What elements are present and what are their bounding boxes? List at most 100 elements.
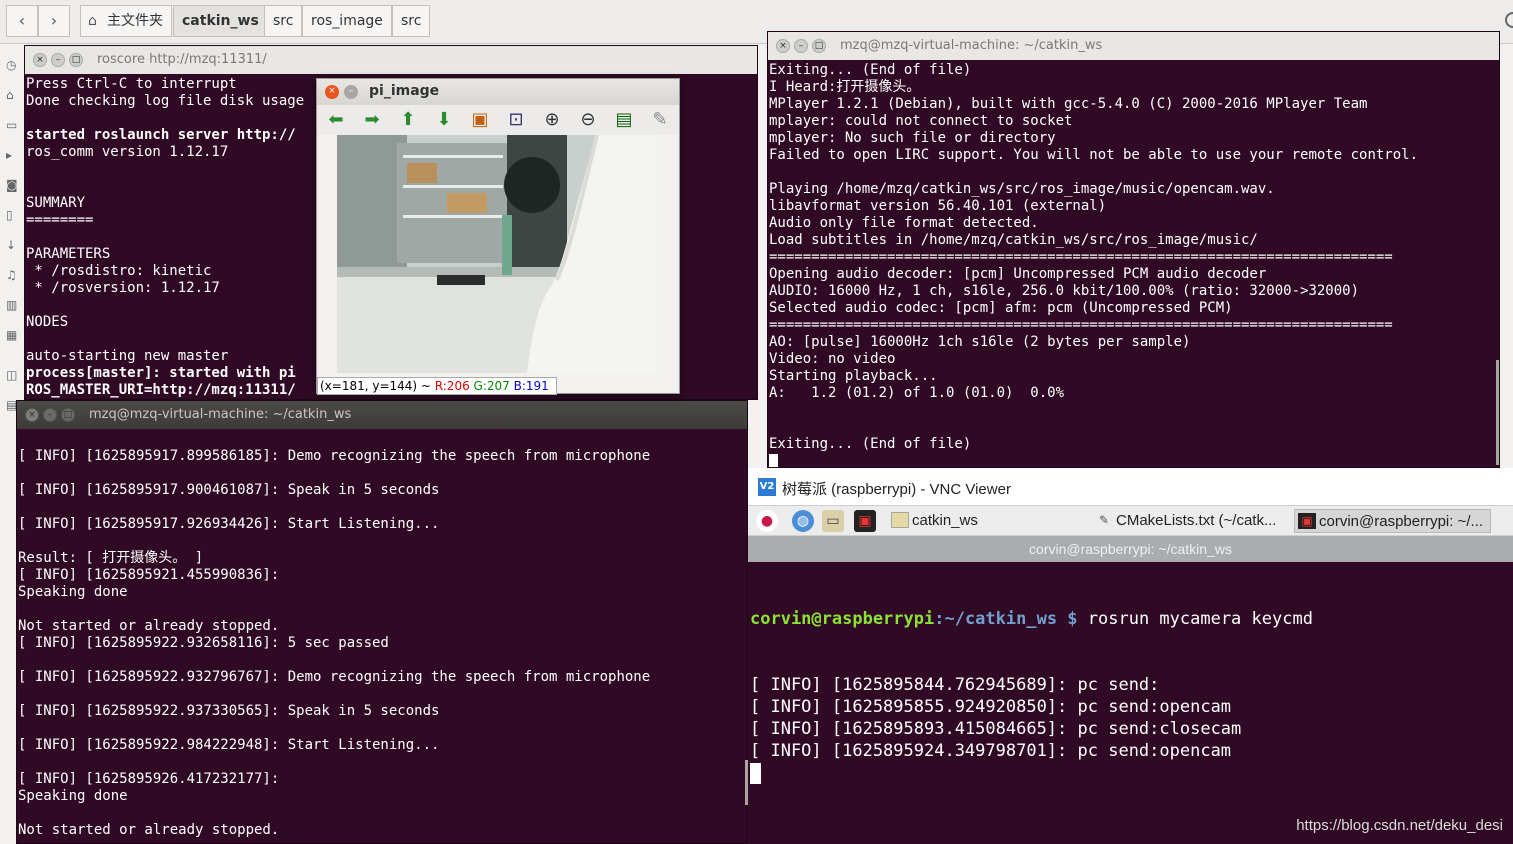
watermark: https://blog.csdn.net/deku_desi [1296,817,1503,834]
pan-down-icon[interactable]: ⬇ [433,109,455,131]
roscore-titlebar[interactable]: × – □ roscore http://mzq:11311/ [25,46,757,74]
recent-icon[interactable]: ◷ [6,58,20,72]
taskbar-folder[interactable]: catkin_ws [888,509,1088,533]
crumb-src[interactable]: src [264,5,303,37]
zoom-out-icon[interactable]: ⊖ [577,109,599,131]
mplayer-terminal[interactable]: × – □ mzq@mzq-virtual-machine: ~/catkin_… [767,31,1500,468]
crumb-src-2[interactable]: src [392,5,431,37]
camera-icon[interactable]: ◙ [6,178,20,192]
terminal-line: mplayer: No such file or directory [769,130,1056,146]
raspberry-menu-icon[interactable]: ● [756,510,778,532]
raspberry-taskbar: ● ◍ ▭ ▣ catkin_ws ✎ CMakeLists.txt (~/ca… [748,506,1513,536]
terminal-line: [ INFO] [1625895921.455990836]: [18,567,280,583]
properties-icon[interactable]: ✎ [649,109,671,131]
browser-icon[interactable]: ◍ [792,510,814,532]
camera-frame[interactable] [337,135,657,373]
terminal-line: [ INFO] [1625895922.937330565]: Speak in… [18,703,440,719]
terminal-line: ========================================… [769,249,1393,265]
speech-terminal[interactable]: × – □ mzq@mzq-virtual-machine: ~/catkin_… [16,400,748,844]
remote-terminal-line: [ INFO] [1625895844.762945689]: pc send: [750,675,1160,695]
terminal-cursor [750,763,761,784]
vnc-titlebar[interactable]: V2 树莓派 (raspberrypi) - VNC Viewer [748,468,1513,506]
terminal-line: AO: [pulse] 16000Hz 1ch s16le (2 bytes p… [769,334,1191,350]
close-icon[interactable]: × [25,408,39,422]
minimize-icon[interactable]: – [344,85,358,99]
maximize-icon[interactable]: □ [812,39,826,53]
crumb-catkin-ws[interactable]: catkin_ws [173,5,268,37]
speech-titlebar[interactable]: × – □ mzq@mzq-virtual-machine: ~/catkin_… [17,401,747,429]
terminal-line: Selected audio codec: [pcm] afm: pcm (Un… [769,300,1233,316]
terminal-line: [ INFO] [1625895922.932796767]: Demo rec… [18,669,651,685]
home-icon[interactable]: ⌂ [6,88,20,102]
vnc-viewer-window[interactable]: V2 树莓派 (raspberrypi) - VNC Viewer ● ◍ ▭ … [748,468,1513,844]
trash-icon[interactable]: ▥ [6,298,20,312]
remote-terminal-line: [ INFO] [1625895855.924920850]: pc send:… [750,697,1232,717]
crumb-ros-image[interactable]: ros_image [302,5,392,37]
minimize-icon[interactable]: – [794,39,808,53]
terminal-line: [ INFO] [1625895922.984222948]: Start Li… [18,737,440,753]
save-icon[interactable]: ▤ [613,109,635,131]
folder-icon [891,512,909,528]
pan-left-icon[interactable]: ⬅ [325,109,347,131]
back-button[interactable]: ‹ [6,5,38,37]
crumb-home[interactable]: ⌂ 主文件夹 [80,5,172,37]
terminal-output: Exiting... (End of file) I Heard:打开摄像头。 MP… [768,60,1499,467]
taskbar-terminal-label: corvin@raspberrypi: ~/... [1319,513,1484,530]
minimize-icon[interactable]: – [51,53,65,67]
music-icon[interactable]: ♫ [6,268,20,282]
terminal-icon: ▣ [1298,513,1316,529]
terminal-line: Exiting... (End of file) [769,436,972,452]
desktop-icon[interactable]: ▭ [6,118,20,132]
camera-image [337,135,657,373]
pixel-readout: (x=181, y=144) ~ R:206 G:207 B:191 [317,377,557,395]
forward-button[interactable]: › [38,5,70,37]
close-icon[interactable]: × [325,85,339,99]
taskbar-editor-label: CMakeLists.txt (~/catk... [1116,512,1277,529]
file-sidebar: ◷ ⌂ ▭ ▸ ◙ ▯ ↓ ♫ ▥ ▦ ◫ ▤ [0,44,24,444]
pan-up-icon[interactable]: ⬆ [397,109,419,131]
document-icon[interactable]: ▯ [6,208,20,222]
terminal-line: Starting playback... [769,368,938,384]
pi-image-titlebar[interactable]: × – pi_image [317,79,679,105]
download-icon[interactable]: ↓ [6,238,20,252]
zoom-original-icon[interactable]: ▣ [469,109,491,131]
disk-icon[interactable]: ◫ [6,368,20,382]
terminal-line: Not started or already stopped. [18,822,280,838]
search-icon[interactable] [1505,12,1513,28]
minimize-icon[interactable]: – [43,408,57,422]
mplayer-titlebar[interactable]: × – □ mzq@mzq-virtual-machine: ~/catkin_… [768,32,1499,60]
terminal-output: [ INFO] [1625895917.899586185]: Demo rec… [17,429,747,843]
maximize-icon[interactable]: □ [61,408,75,422]
network-icon[interactable]: ▦ [6,328,20,342]
taskbar-terminal[interactable]: ▣ corvin@raspberrypi: ~/... [1294,509,1491,533]
zoom-in-icon[interactable]: ⊕ [541,109,563,131]
maximize-icon[interactable]: □ [69,53,83,67]
home-icon: ⌂ [88,13,97,29]
terminal-line: [ INFO] [1625895922.932658116]: 5 sec pa… [18,635,389,651]
close-icon[interactable]: × [776,39,790,53]
close-icon[interactable]: × [33,53,47,67]
pixel-coords: (x=181, y=144) ~ [320,379,435,393]
prompt-user: corvin@raspberrypi [750,609,935,629]
terminal-line: [ INFO] [1625895917.899586185]: Demo rec… [18,448,651,464]
terminal-line: Load subtitles in /home/mzq/catkin_ws/sr… [769,232,1258,248]
prompt-path: :~/catkin_ws $ [934,609,1078,629]
video-icon[interactable]: ▸ [6,148,20,162]
pan-right-icon[interactable]: ➡ [361,109,383,131]
zoom-fit-icon[interactable]: ⊡ [505,109,527,131]
scrollbar[interactable] [1496,360,1499,465]
pixel-red: R:206 [434,379,470,393]
taskbar-editor[interactable]: ✎ CMakeLists.txt (~/catk... [1092,509,1292,533]
pi-image-window[interactable]: × – pi_image ⬅ ➡ ⬆ ⬇ ▣ ⊡ ⊕ ⊖ ▤ ✎ (x=181,… [316,78,680,395]
remote-terminal-output[interactable]: corvin@raspberrypi:~/catkin_ws $ rosrun … [748,562,1513,844]
crumb-home-label: 主文件夹 [107,13,163,29]
file-manager-icon[interactable]: ▭ [822,510,844,532]
terminal-launcher-icon[interactable]: ▣ [854,510,876,532]
